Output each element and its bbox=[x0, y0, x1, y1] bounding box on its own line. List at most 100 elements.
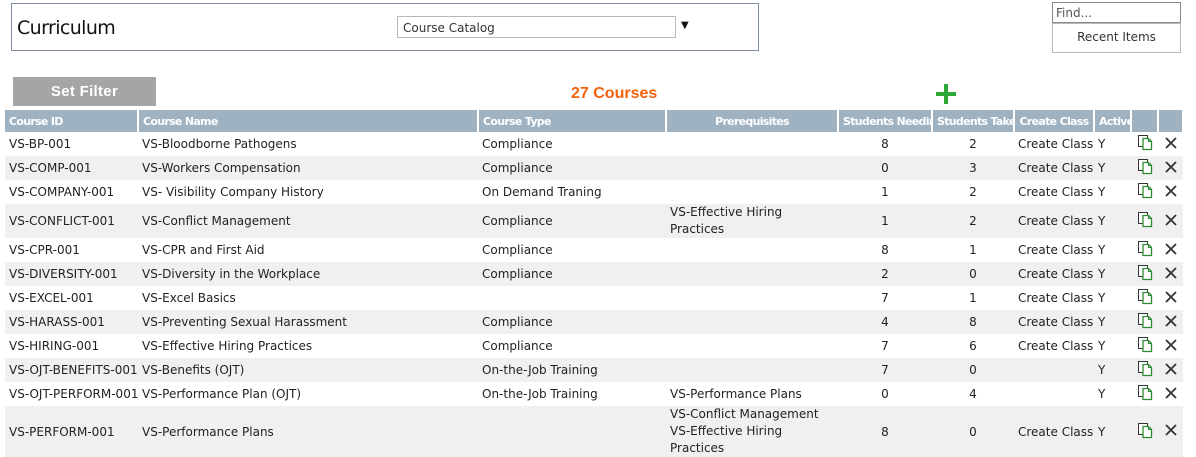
copy-course-cell[interactable] bbox=[1131, 132, 1158, 156]
table-row[interactable]: VS-COMPANY-001 VS- Visibility Company His… bbox=[5, 180, 1183, 204]
copy-icon[interactable] bbox=[1137, 312, 1153, 332]
delete-course-cell[interactable] bbox=[1158, 132, 1183, 156]
column-header-students-needing[interactable]: Students Needing bbox=[838, 110, 933, 132]
close-icon[interactable] bbox=[1164, 314, 1177, 330]
delete-course-cell[interactable] bbox=[1158, 382, 1183, 406]
column-header-prerequisites[interactable]: Prerequisites bbox=[666, 110, 839, 132]
table-row[interactable]: VS-PERFORM-001 VS-Performance Plans VS-Con… bbox=[5, 406, 1183, 457]
table-row[interactable]: VS-DIVERSITY-001 VS-Diversity in the Work… bbox=[5, 262, 1183, 286]
copy-course-cell[interactable] bbox=[1131, 286, 1158, 310]
copy-course-cell[interactable] bbox=[1131, 262, 1158, 286]
copy-icon[interactable] bbox=[1137, 158, 1153, 178]
column-header-students-taken[interactable]: Students Taken bbox=[932, 110, 1015, 132]
delete-course-cell[interactable] bbox=[1158, 286, 1183, 310]
delete-course-cell[interactable] bbox=[1158, 262, 1183, 286]
course-id-cell[interactable]: VS-BP-001 bbox=[5, 132, 138, 156]
column-header-course-name[interactable]: Course Name bbox=[138, 110, 479, 132]
copy-icon[interactable] bbox=[1137, 240, 1153, 260]
copy-icon[interactable] bbox=[1137, 288, 1153, 308]
copy-icon[interactable] bbox=[1137, 422, 1153, 442]
copy-icon[interactable] bbox=[1137, 336, 1153, 356]
create-class-link[interactable]: Create Class bbox=[1014, 180, 1094, 204]
table-row[interactable]: VS-EXCEL-001 VS-Excel Basics 7 1 Create Clas… bbox=[5, 286, 1183, 310]
course-id-cell[interactable]: VS-DIVERSITY-001 bbox=[5, 262, 138, 286]
close-icon[interactable] bbox=[1164, 424, 1177, 439]
delete-course-cell[interactable] bbox=[1158, 358, 1183, 382]
set-filter-button[interactable]: Set Filter bbox=[13, 77, 156, 106]
delete-course-cell[interactable] bbox=[1158, 238, 1183, 262]
create-class-link[interactable]: Create Class bbox=[1014, 262, 1094, 286]
create-class-link[interactable]: Create Class bbox=[1014, 156, 1094, 180]
copy-course-cell[interactable] bbox=[1131, 180, 1158, 204]
chevron-down-icon[interactable]: ▼ bbox=[681, 20, 689, 31]
course-id-cell[interactable]: VS-COMPANY-001 bbox=[5, 180, 138, 204]
close-icon[interactable] bbox=[1164, 290, 1177, 306]
copy-icon[interactable] bbox=[1137, 360, 1153, 380]
close-icon[interactable] bbox=[1164, 136, 1177, 152]
copy-course-cell[interactable] bbox=[1131, 156, 1158, 180]
delete-course-cell[interactable] bbox=[1158, 406, 1183, 457]
copy-course-cell[interactable] bbox=[1131, 334, 1158, 358]
copy-icon[interactable] bbox=[1137, 264, 1153, 284]
copy-course-cell[interactable] bbox=[1131, 358, 1158, 382]
copy-course-cell[interactable] bbox=[1131, 406, 1158, 457]
prerequisites-cell bbox=[666, 286, 838, 310]
create-class-link[interactable]: Create Class bbox=[1014, 334, 1094, 358]
table-row[interactable]: VS-OJT-PERFORM-001 VS-Performance Plan (O… bbox=[5, 382, 1183, 406]
catalog-select[interactable]: Course Catalog bbox=[397, 16, 676, 38]
create-class-link[interactable]: Create Class bbox=[1014, 132, 1094, 156]
create-class-link[interactable] bbox=[1014, 358, 1094, 382]
create-class-link[interactable]: Create Class bbox=[1014, 238, 1094, 262]
course-id-cell[interactable]: VS-OJT-BENEFITS-001 bbox=[5, 358, 138, 382]
close-icon[interactable] bbox=[1164, 362, 1177, 378]
copy-course-cell[interactable] bbox=[1131, 382, 1158, 406]
add-course-plus-icon[interactable] bbox=[935, 83, 957, 105]
copy-icon[interactable] bbox=[1137, 384, 1153, 404]
copy-course-cell[interactable] bbox=[1131, 238, 1158, 262]
column-header-course-id[interactable]: Course ID bbox=[5, 110, 139, 132]
column-header-create-class[interactable]: Create Class bbox=[1014, 110, 1095, 132]
table-row[interactable]: VS-CPR-001 VS-CPR and First Aid Compliance… bbox=[5, 238, 1183, 262]
column-header-active[interactable]: Active bbox=[1094, 110, 1132, 132]
course-id-cell[interactable]: VS-CONFLICT-001 bbox=[5, 204, 138, 238]
copy-icon[interactable] bbox=[1137, 182, 1153, 202]
course-id-cell[interactable]: VS-COMP-001 bbox=[5, 156, 138, 180]
course-id-cell[interactable]: VS-PERFORM-001 bbox=[5, 406, 138, 457]
delete-course-cell[interactable] bbox=[1158, 334, 1183, 358]
create-class-link[interactable] bbox=[1014, 382, 1094, 406]
course-id-cell[interactable]: VS-HARASS-001 bbox=[5, 310, 138, 334]
table-row[interactable]: VS-HIRING-001 VS-Effective Hiring Practic… bbox=[5, 334, 1183, 358]
find-input[interactable] bbox=[1052, 2, 1181, 23]
close-icon[interactable] bbox=[1164, 160, 1177, 176]
create-class-link[interactable]: Create Class bbox=[1014, 310, 1094, 334]
copy-course-cell[interactable] bbox=[1131, 204, 1158, 238]
course-id-cell[interactable]: VS-HIRING-001 bbox=[5, 334, 138, 358]
create-class-link[interactable]: Create Class bbox=[1014, 204, 1094, 238]
delete-course-cell[interactable] bbox=[1158, 310, 1183, 334]
copy-icon[interactable] bbox=[1137, 134, 1153, 154]
close-icon[interactable] bbox=[1164, 242, 1177, 258]
table-row[interactable]: VS-CONFLICT-001 VS-Conflict Management Com… bbox=[5, 204, 1183, 238]
table-row[interactable]: VS-BP-001 VS-Bloodborne Pathogens Complian… bbox=[5, 132, 1183, 156]
course-id-cell[interactable]: VS-CPR-001 bbox=[5, 238, 138, 262]
table-row[interactable]: VS-COMP-001 VS-Workers Compensation Compli… bbox=[5, 156, 1183, 180]
delete-course-cell[interactable] bbox=[1158, 204, 1183, 238]
create-class-link[interactable]: Create Class bbox=[1014, 406, 1094, 457]
table-row[interactable]: VS-HARASS-001 VS-Preventing Sexual Harass… bbox=[5, 310, 1183, 334]
course-id-cell[interactable]: VS-OJT-PERFORM-001 bbox=[5, 382, 138, 406]
close-icon[interactable] bbox=[1164, 184, 1177, 200]
copy-icon[interactable] bbox=[1137, 211, 1153, 231]
table-row[interactable]: VS-OJT-BENEFITS-001 VS-Benefits (OJT) On-t… bbox=[5, 358, 1183, 382]
delete-course-cell[interactable] bbox=[1158, 180, 1183, 204]
close-icon[interactable] bbox=[1164, 386, 1177, 402]
close-icon[interactable] bbox=[1164, 213, 1177, 229]
course-id-cell[interactable]: VS-EXCEL-001 bbox=[5, 286, 138, 310]
column-header-course-type[interactable]: Course Type bbox=[478, 110, 667, 132]
create-class-link[interactable]: Create Class bbox=[1014, 286, 1094, 310]
course-type-cell bbox=[478, 286, 666, 310]
close-icon[interactable] bbox=[1164, 266, 1177, 282]
delete-course-cell[interactable] bbox=[1158, 156, 1183, 180]
close-icon[interactable] bbox=[1164, 338, 1177, 354]
copy-course-cell[interactable] bbox=[1131, 310, 1158, 334]
recent-items-button[interactable]: Recent Items bbox=[1052, 23, 1181, 53]
